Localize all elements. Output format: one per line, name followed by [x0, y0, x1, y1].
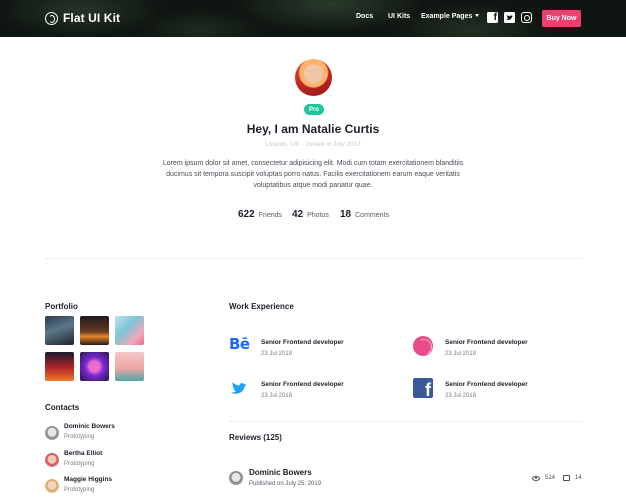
- contact-name: Maggie Higgins: [64, 476, 113, 483]
- brand-name: Flat UI Kit: [63, 11, 121, 25]
- stat-comments[interactable]: 18 Comments: [340, 209, 389, 220]
- contact-name: Dominic Bowers: [64, 423, 115, 430]
- contacts-title: Contacts: [45, 403, 80, 412]
- contact-item[interactable]: Bertha Elliot Prototyping: [45, 450, 175, 472]
- contact-role: Prototyping: [64, 487, 95, 493]
- twitter-icon: [229, 378, 249, 398]
- portfolio-item[interactable]: [45, 316, 74, 345]
- portfolio-item[interactable]: [80, 352, 109, 381]
- avatar: [45, 479, 59, 493]
- portfolio-item[interactable]: [115, 316, 144, 345]
- profile-bio: Lorem ipsum dolor sit amet, consectetur …: [162, 160, 464, 189]
- profile-location: London, UK - Joined in July 2017: [265, 141, 361, 148]
- job-date: 23 Jul 2018: [445, 351, 477, 357]
- avatar: [229, 471, 243, 485]
- portfolio-item[interactable]: [115, 352, 144, 381]
- facebook-icon: f: [413, 378, 433, 399]
- profile-name: Hey, I am Natalie Curtis: [246, 122, 380, 136]
- job-title: Senior Frontend developer: [261, 339, 344, 346]
- job-item[interactable]: Bē Senior Frontend developer 23 Jul 2018: [229, 335, 399, 360]
- avatar: [45, 426, 59, 440]
- behance-icon: Bē: [229, 335, 250, 353]
- portfolio-item[interactable]: [80, 316, 109, 345]
- views-count: 514: [545, 475, 556, 481]
- contact-name: Bertha Elliot: [64, 450, 103, 457]
- pro-badge: Pro: [304, 104, 324, 115]
- nav-item-example-pages[interactable]: Example Pages: [421, 13, 480, 20]
- eye-icon: [532, 475, 540, 481]
- contact-role: Prototyping: [64, 461, 95, 467]
- stat-photos[interactable]: 42 Photos: [292, 209, 329, 220]
- job-date: 23 Jul 2018: [261, 393, 293, 399]
- chevron-down-icon: [475, 14, 480, 17]
- comments-count: 14: [575, 475, 582, 481]
- nav-item-example-pages-label: Example Pages: [421, 13, 473, 20]
- portfolio-item[interactable]: [45, 352, 74, 381]
- section-divider: [45, 258, 582, 259]
- dribbble-icon: [413, 336, 433, 356]
- stat-label: Photos: [307, 212, 329, 219]
- profile-avatar: [295, 59, 332, 96]
- twitter-icon[interactable]: [504, 12, 515, 23]
- stat-value: 18: [340, 209, 352, 220]
- job-date: 23 Jul 2018: [445, 393, 477, 399]
- stat-label: Comments: [355, 212, 389, 219]
- review-date: Published on July 25, 2019: [249, 481, 322, 487]
- job-date: 23 Jul 2018: [261, 351, 293, 357]
- portfolio-title: Portfolio: [45, 302, 78, 311]
- work-experience-title: Work Experience: [229, 302, 294, 311]
- instagram-icon[interactable]: [521, 12, 532, 23]
- reviews-title: Reviews (125): [229, 433, 282, 442]
- stat-value: 622: [238, 209, 255, 220]
- contact-item[interactable]: Maggie Higgins Prototyping: [45, 476, 175, 498]
- contact-item[interactable]: Dominic Bowers Prototyping: [45, 423, 175, 445]
- review-comments: 14: [563, 475, 582, 481]
- review-item[interactable]: Dominic Bowers Published on July 25, 201…: [229, 466, 582, 494]
- buy-now-button[interactable]: Buy Now: [542, 10, 581, 27]
- comment-icon: [563, 475, 570, 481]
- job-item[interactable]: f Senior Frontend developer 23 Jul 2018: [413, 378, 583, 402]
- brand[interactable]: Flat UI Kit: [45, 11, 120, 25]
- job-item[interactable]: Senior Frontend developer 23 Jul 2018: [413, 336, 583, 360]
- brand-logo-icon: [45, 11, 58, 25]
- job-title: Senior Frontend developer: [445, 381, 528, 388]
- avatar: [45, 453, 59, 467]
- job-title: Senior Frontend developer: [261, 381, 344, 388]
- nav-item-ui-kits[interactable]: UI Kits: [388, 13, 410, 20]
- section-divider: [229, 421, 582, 422]
- facebook-icon[interactable]: f: [487, 12, 498, 23]
- job-title: Senior Frontend developer: [445, 339, 528, 346]
- nav-item-docs[interactable]: Docs: [356, 13, 373, 20]
- stat-label: Friends: [258, 212, 283, 219]
- page-header: Flat UI Kit Docs UI Kits Example Pages f…: [0, 0, 626, 37]
- stat-value: 42: [292, 209, 304, 220]
- review-views: 514: [532, 475, 555, 481]
- job-item[interactable]: Senior Frontend developer 23 Jul 2018: [229, 378, 399, 402]
- stat-friends[interactable]: 622 Friends: [238, 209, 282, 220]
- review-author: Dominic Bowers: [249, 468, 312, 477]
- contact-role: Prototyping: [64, 434, 95, 440]
